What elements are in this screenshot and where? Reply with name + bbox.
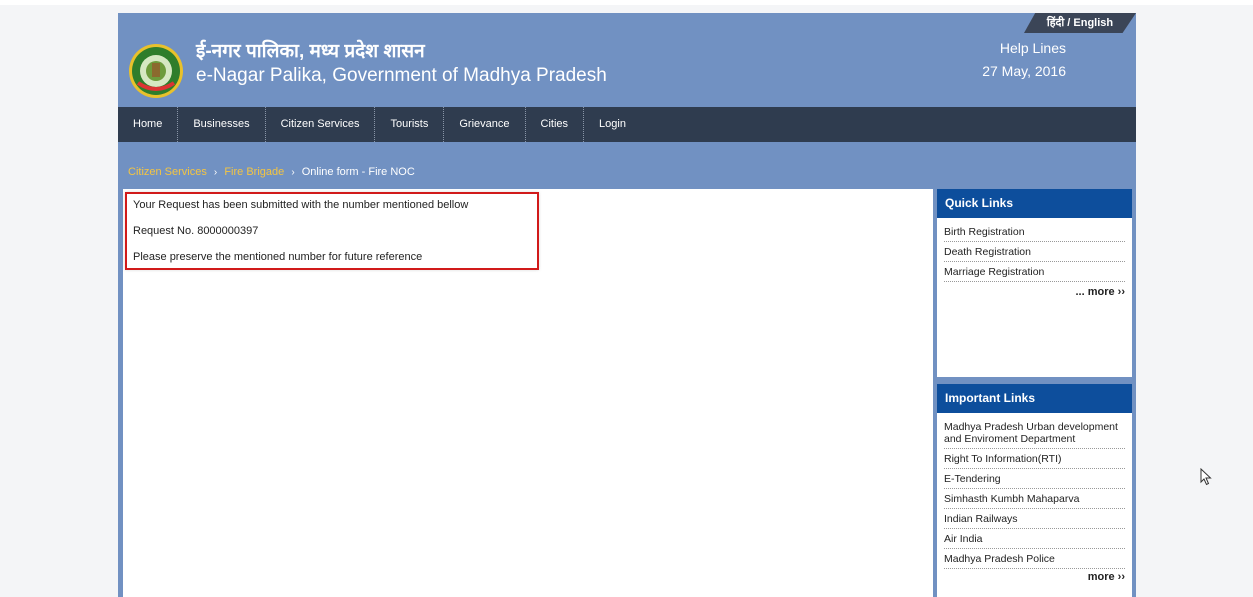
breadcrumb-separator: › bbox=[213, 167, 218, 178]
important-links-more[interactable]: more ›› bbox=[944, 569, 1125, 583]
help-lines-link[interactable]: Help Lines bbox=[1000, 40, 1066, 56]
quick-link-marriage-registration[interactable]: Marriage Registration bbox=[944, 262, 1125, 282]
nav-grievance[interactable]: Grievance bbox=[444, 107, 526, 142]
nav-businesses[interactable]: Businesses bbox=[178, 107, 266, 142]
breadcrumb-current: Online form - Fire NOC bbox=[301, 166, 415, 178]
important-link-mp-police[interactable]: Madhya Pradesh Police bbox=[944, 549, 1125, 569]
site-header: हिंदी / English ई-नगर पालिका, मध्य प्रदे… bbox=[118, 13, 1136, 107]
important-link-simhasth[interactable]: Simhasth Kumbh Mahaparva bbox=[944, 489, 1125, 509]
nav-tourists[interactable]: Tourists bbox=[375, 107, 445, 142]
quick-links-panel: Quick Links Birth Registration Death Reg… bbox=[937, 189, 1132, 377]
preserve-notice: Please preserve the mentioned number for… bbox=[133, 251, 423, 263]
breadcrumb-separator: › bbox=[291, 167, 295, 178]
main-content: Your Request has been submitted with the… bbox=[123, 189, 933, 597]
quick-links-title: Quick Links bbox=[937, 189, 1132, 218]
breadcrumb-citizen-services[interactable]: Citizen Services bbox=[128, 166, 207, 178]
mp-emblem-logo bbox=[129, 44, 183, 98]
quick-links-more[interactable]: ... more ›› bbox=[944, 282, 1125, 298]
nav-citizen-services[interactable]: Citizen Services bbox=[266, 107, 376, 142]
site-title-hindi: ई-नगर पालिका, मध्य प्रदेश शासन bbox=[196, 41, 425, 62]
quick-link-death-registration[interactable]: Death Registration bbox=[944, 242, 1125, 262]
important-links-title: Important Links bbox=[937, 384, 1132, 413]
important-link-air-india[interactable]: Air India bbox=[944, 529, 1125, 549]
site-title-english: e-Nagar Palika, Government of Madhya Pra… bbox=[196, 65, 607, 86]
breadcrumb-fire-brigade[interactable]: Fire Brigade bbox=[224, 166, 284, 178]
important-links-panel: Important Links Madhya Pradesh Urban dev… bbox=[937, 384, 1132, 597]
current-date: 27 May, 2016 bbox=[982, 63, 1066, 79]
important-link-rti[interactable]: Right To Information(RTI) bbox=[944, 449, 1125, 469]
important-link-e-tendering[interactable]: E-Tendering bbox=[944, 469, 1125, 489]
nav-home[interactable]: Home bbox=[118, 107, 179, 142]
important-link-indian-railways[interactable]: Indian Railways bbox=[944, 509, 1125, 529]
important-link-mp-urban-dev[interactable]: Madhya Pradesh Urban development and Env… bbox=[944, 417, 1125, 449]
language-toggle[interactable]: हिंदी / English bbox=[1024, 13, 1136, 33]
request-number: Request No. 8000000397 bbox=[133, 225, 259, 237]
mouse-pointer-icon bbox=[1200, 468, 1212, 486]
main-navigation: Home Businesses Citizen Services Tourist… bbox=[118, 107, 1136, 142]
nav-login[interactable]: Login bbox=[584, 107, 641, 142]
confirmation-box: Your Request has been submitted with the… bbox=[125, 192, 539, 270]
quick-link-birth-registration[interactable]: Birth Registration bbox=[944, 222, 1125, 242]
confirmation-message: Your Request has been submitted with the… bbox=[133, 199, 469, 211]
breadcrumb: Citizen Services › Fire Brigade › Online… bbox=[128, 166, 415, 178]
nav-cities[interactable]: Cities bbox=[526, 107, 585, 142]
top-strip bbox=[0, 0, 1253, 5]
page-container: हिंदी / English ई-नगर पालिका, मध्य प्रदे… bbox=[118, 13, 1136, 597]
